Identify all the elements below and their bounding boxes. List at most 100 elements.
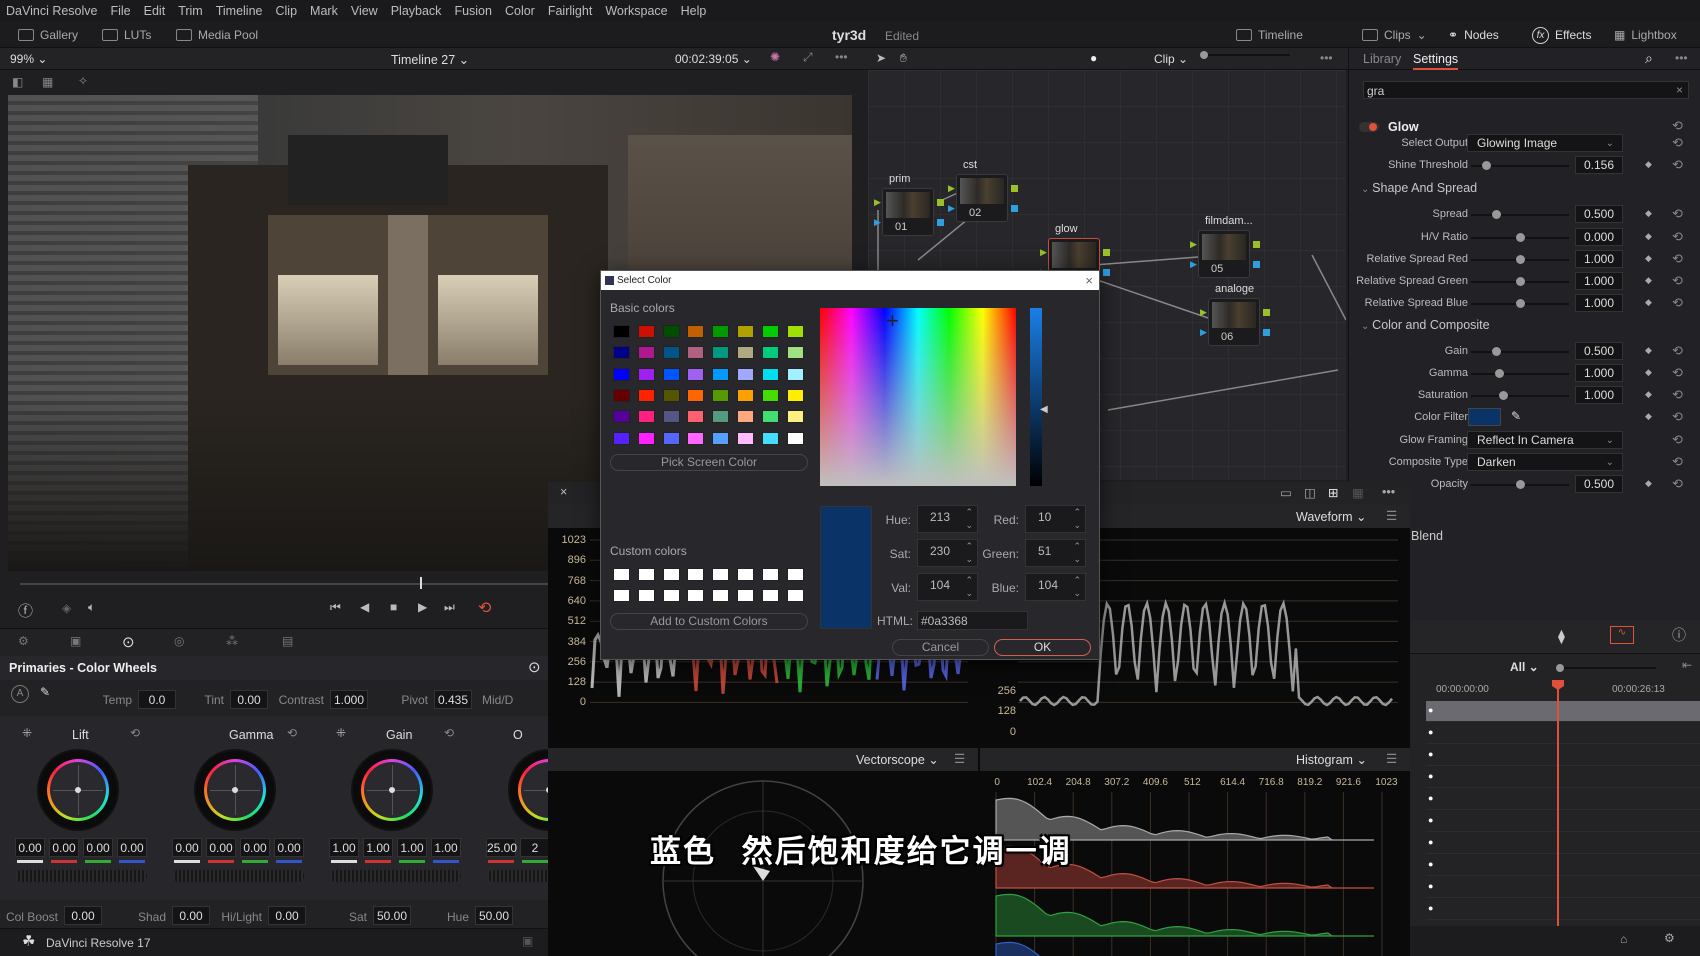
- keyframe-dot[interactable]: ●: [1428, 771, 1433, 781]
- value-field-saturation[interactable]: 1.000: [1575, 386, 1623, 404]
- custom-color-swatch[interactable]: [712, 589, 730, 602]
- spinbox-blue[interactable]: 104 ⌃ ⌄: [1025, 573, 1086, 601]
- search-icon[interactable]: ⌕: [1645, 50, 1653, 67]
- slider-handle[interactable]: [1516, 299, 1525, 308]
- node-cst[interactable]: 02 cst ▶ ▶: [948, 159, 1018, 222]
- slider-shine-threshold[interactable]: [1471, 161, 1569, 170]
- basic-color-swatch[interactable]: [637, 388, 655, 402]
- basic-color-swatch[interactable]: [737, 325, 754, 338]
- slider-opacity[interactable]: [1471, 480, 1569, 489]
- custom-color-swatch[interactable]: [637, 589, 655, 602]
- close-dialog-icon[interactable]: ×: [1085, 271, 1093, 290]
- node-alpha-output[interactable]: [1103, 269, 1110, 276]
- value-slider[interactable]: ◀: [1030, 308, 1048, 486]
- picker-icon[interactable]: ⁜: [336, 726, 346, 740]
- reset-icon[interactable]: ⟲: [1672, 229, 1683, 245]
- slider-handle[interactable]: [1516, 255, 1525, 264]
- menu-view[interactable]: View: [351, 4, 378, 18]
- effects-search-input[interactable]: gra ×: [1363, 81, 1689, 99]
- basic-color-swatch[interactable]: [786, 367, 804, 381]
- keyframe-diamond-icon[interactable]: ◆: [1645, 345, 1652, 356]
- hue-saturation-picker[interactable]: +: [820, 308, 1016, 486]
- close-scopes-icon[interactable]: ×: [560, 485, 567, 499]
- info-icon[interactable]: ⓘ: [1672, 625, 1686, 645]
- custom-color-swatch[interactable]: [712, 568, 730, 581]
- wheel-value[interactable]: 0.00: [206, 838, 236, 857]
- keyframe-track[interactable]: ●: [1426, 833, 1700, 854]
- slider-handle[interactable]: [1491, 210, 1501, 219]
- value-field-shine-threshold[interactable]: 0.156: [1575, 156, 1623, 174]
- clips-toggle[interactable]: Clips ⌄: [1362, 22, 1427, 48]
- keyframe-dot[interactable]: ●: [1428, 837, 1433, 847]
- waveform-dropdown[interactable]: Waveform ⌄: [1296, 509, 1366, 524]
- node-prim[interactable]: 01 prim ▶ ▶: [874, 173, 944, 236]
- basic-color-swatch[interactable]: [662, 346, 680, 360]
- collapse-icon[interactable]: ⇤: [1682, 658, 1692, 672]
- basic-color-swatch[interactable]: [687, 346, 705, 360]
- layout-quad-icon[interactable]: ⊞: [1328, 485, 1338, 500]
- blend-section[interactable]: Blend: [1411, 529, 1443, 543]
- tab-settings[interactable]: Settings: [1413, 52, 1459, 70]
- field-tint[interactable]: 0.00: [230, 690, 268, 709]
- basic-color-swatch[interactable]: [687, 325, 705, 338]
- wheel-value[interactable]: 0.00: [240, 838, 270, 857]
- keyframe-dot[interactable]: ●: [1428, 793, 1433, 803]
- reset-icon[interactable]: ⟲: [1672, 295, 1683, 311]
- basic-color-swatch[interactable]: [637, 431, 655, 445]
- lightbox-toggle[interactable]: ▦ Lightbox: [1614, 22, 1677, 48]
- basic-color-swatch[interactable]: [761, 388, 779, 402]
- fullscreen-icon[interactable]: ⤢: [803, 50, 813, 65]
- menu-fairlight[interactable]: Fairlight: [548, 4, 592, 18]
- stop-icon[interactable]: ■: [390, 600, 397, 614]
- keyframe-diamond-icon[interactable]: ◆: [1645, 389, 1652, 400]
- clear-search-icon[interactable]: ×: [1676, 83, 1683, 97]
- basic-color-swatch[interactable]: [613, 388, 630, 402]
- basic-color-swatch[interactable]: [712, 431, 730, 445]
- reset-icon[interactable]: ⟲: [1672, 273, 1683, 289]
- spin-arrows-icon[interactable]: ⌃ ⌄: [1073, 540, 1081, 566]
- custom-color-swatch[interactable]: [687, 568, 705, 581]
- eyedropper-icon[interactable]: ✎: [40, 685, 50, 699]
- basic-color-swatch[interactable]: [712, 325, 730, 338]
- keyframe-track[interactable]: ●: [1426, 767, 1700, 788]
- spinbox-red[interactable]: 10 ⌃ ⌄: [1025, 505, 1086, 533]
- color-match-icon[interactable]: ▣: [70, 634, 81, 648]
- playhead[interactable]: [1557, 680, 1559, 936]
- color-filter-swatch[interactable]: [1468, 408, 1501, 426]
- basic-color-swatch[interactable]: [737, 431, 754, 445]
- basic-color-swatch[interactable]: [613, 346, 630, 360]
- custom-color-swatch[interactable]: [613, 589, 630, 602]
- reset-icon[interactable]: ⟲: [1672, 409, 1683, 425]
- settings-gear-icon[interactable]: ⚙: [1664, 931, 1675, 945]
- slider-relative-spread-green[interactable]: [1471, 277, 1569, 286]
- keyframe-dot[interactable]: ●: [1428, 749, 1433, 759]
- menu-playback[interactable]: Playback: [391, 4, 442, 18]
- scope-settings-icon[interactable]: ☰: [954, 751, 965, 766]
- menu-edit[interactable]: Edit: [144, 4, 166, 18]
- pick-screen-color-button[interactable]: Pick Screen Color: [610, 454, 808, 471]
- curves-icon[interactable]: ∿: [1610, 626, 1634, 644]
- color-wheel-gamma[interactable]: [196, 751, 274, 829]
- reset-wheel-icon[interactable]: ⟲: [444, 726, 454, 740]
- menu-clip[interactable]: Clip: [276, 4, 298, 18]
- reset-effect-icon[interactable]: ⟲: [1672, 118, 1683, 134]
- keyframe-dot[interactable]: ●: [1428, 815, 1433, 825]
- master-wheel-gain[interactable]: [330, 870, 461, 882]
- value-field-relative-spread-green[interactable]: 1.000: [1575, 272, 1623, 290]
- slider-handle[interactable]: [1499, 391, 1509, 400]
- color-wheel-gain[interactable]: [353, 751, 431, 829]
- keyframe-track[interactable]: ●: [1426, 811, 1700, 832]
- node-alpha-input[interactable]: ▶: [1200, 327, 1207, 338]
- custom-color-swatch[interactable]: [737, 589, 754, 602]
- custom-color-swatch[interactable]: [687, 589, 705, 602]
- reset-wheel-icon[interactable]: ⟲: [287, 726, 297, 740]
- value-slider-arrow[interactable]: ◀: [1040, 404, 1048, 415]
- custom-color-swatch[interactable]: [737, 568, 754, 581]
- more-icon[interactable]: •••: [1382, 485, 1395, 499]
- basic-color-swatch[interactable]: [761, 325, 779, 338]
- dropdown-glow-framing[interactable]: Reflect In Camera ⌄: [1467, 431, 1623, 449]
- wheel-value[interactable]: 1.00: [431, 838, 461, 857]
- node-alpha-output[interactable]: [1011, 205, 1018, 212]
- custom-color-swatch[interactable]: [786, 589, 804, 602]
- reset-icon[interactable]: ⟲: [1672, 387, 1683, 403]
